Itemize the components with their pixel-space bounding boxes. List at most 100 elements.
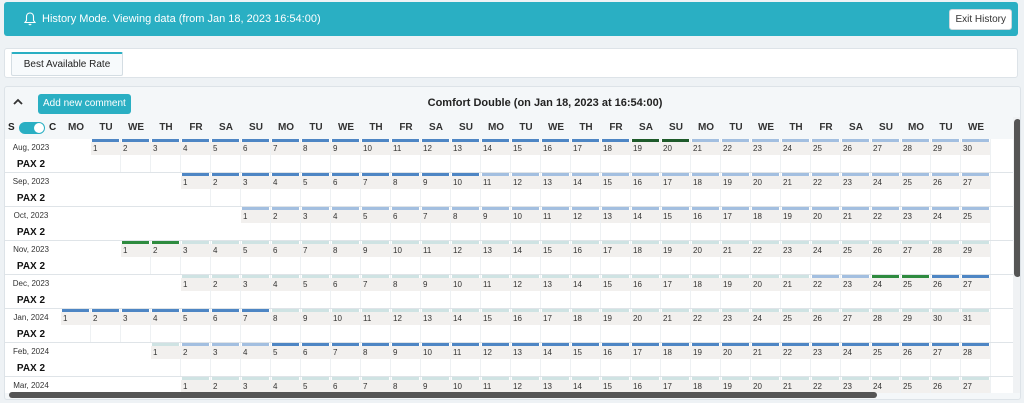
day-cell[interactable]: 20	[721, 343, 751, 377]
day-cell[interactable]: 27	[961, 275, 991, 309]
pax-rate-cell[interactable]	[931, 223, 960, 241]
pax-rate-cell[interactable]	[511, 325, 540, 343]
day-cell[interactable]: 31	[961, 309, 991, 343]
day-cell[interactable]: 24	[781, 139, 811, 173]
day-cell[interactable]: 1	[241, 207, 271, 241]
day-cell[interactable]: 17	[571, 139, 601, 173]
day-cell[interactable]: 22	[751, 241, 781, 275]
pax-rate-cell[interactable]	[181, 359, 210, 377]
pax-rate-cell[interactable]	[721, 155, 750, 173]
day-cell[interactable]: 11	[481, 275, 511, 309]
day-cell[interactable]: 10	[451, 173, 481, 207]
pax-rate-cell[interactable]	[331, 223, 360, 241]
pax-rate-cell[interactable]	[331, 359, 360, 377]
pax-rate-cell[interactable]	[931, 359, 960, 377]
day-cell[interactable]: 8	[271, 309, 301, 343]
pax-rate-cell[interactable]	[421, 155, 450, 173]
vertical-scrollbar[interactable]	[1013, 117, 1020, 393]
pax-rate-cell[interactable]	[211, 257, 240, 275]
pax-rate-cell[interactable]	[421, 189, 450, 207]
pax-rate-cell[interactable]	[421, 223, 450, 241]
pax-rate-cell[interactable]	[391, 155, 420, 173]
pax-rate-cell[interactable]	[61, 325, 90, 343]
day-cell[interactable]: 6	[241, 139, 271, 173]
day-cell[interactable]: 21	[781, 173, 811, 207]
pax-rate-cell[interactable]	[541, 291, 570, 309]
pax-rate-cell[interactable]	[691, 257, 720, 275]
pax-rate-cell[interactable]	[301, 325, 330, 343]
pax-rate-cell[interactable]	[211, 155, 240, 173]
pax-rate-cell[interactable]	[631, 257, 660, 275]
day-cell[interactable]: 2	[211, 275, 241, 309]
pax-rate-cell[interactable]	[181, 257, 210, 275]
pax-rate-cell[interactable]	[961, 223, 990, 241]
day-cell[interactable]: 15	[571, 343, 601, 377]
pax-rate-cell[interactable]	[391, 189, 420, 207]
pax-rate-cell[interactable]	[391, 291, 420, 309]
pax-rate-cell[interactable]	[271, 223, 300, 241]
pax-rate-cell[interactable]	[601, 189, 630, 207]
pax-rate-cell[interactable]	[481, 291, 510, 309]
pax-rate-cell[interactable]	[871, 359, 900, 377]
day-cell[interactable]: 25	[841, 241, 871, 275]
day-cell[interactable]: 14	[631, 207, 661, 241]
pax-rate-cell[interactable]	[361, 223, 390, 241]
pax-rate-cell[interactable]	[901, 223, 930, 241]
day-cell[interactable]: 20	[751, 275, 781, 309]
pax-rate-cell[interactable]	[481, 223, 510, 241]
pax-rate-cell[interactable]	[361, 359, 390, 377]
pax-rate-cell[interactable]	[241, 359, 270, 377]
pax-rate-cell[interactable]	[781, 291, 810, 309]
day-cell[interactable]: 26	[811, 309, 841, 343]
day-cell[interactable]: 24	[931, 207, 961, 241]
pax-rate-cell[interactable]	[961, 257, 990, 275]
pax-rate-cell[interactable]	[751, 257, 780, 275]
pax-rate-cell[interactable]	[811, 155, 840, 173]
day-cell[interactable]: 12	[481, 343, 511, 377]
day-cell[interactable]: 8	[391, 173, 421, 207]
day-cell[interactable]: 13	[451, 139, 481, 173]
day-cell[interactable]: 6	[331, 275, 361, 309]
pax-rate-cell[interactable]	[421, 257, 450, 275]
pax-rate-cell[interactable]	[301, 223, 330, 241]
day-cell[interactable]: 21	[781, 275, 811, 309]
pax-rate-cell[interactable]	[721, 257, 750, 275]
day-cell[interactable]: 5	[211, 139, 241, 173]
day-cell[interactable]: 25	[811, 139, 841, 173]
pax-rate-cell[interactable]	[961, 291, 990, 309]
day-cell[interactable]: 3	[301, 207, 331, 241]
pax-rate-cell[interactable]	[541, 223, 570, 241]
pax-rate-cell[interactable]	[301, 359, 330, 377]
day-cell[interactable]: 19	[601, 309, 631, 343]
day-cell[interactable]: 3	[241, 173, 271, 207]
pax-rate-cell[interactable]	[271, 359, 300, 377]
day-cell[interactable]: 21	[841, 207, 871, 241]
day-cell[interactable]: 2	[121, 139, 151, 173]
day-cell[interactable]: 11	[541, 207, 571, 241]
horizontal-scrollbar-thumb[interactable]	[9, 392, 877, 398]
day-cell[interactable]: 6	[331, 173, 361, 207]
day-cell[interactable]: 11	[391, 139, 421, 173]
day-cell[interactable]: 14	[571, 275, 601, 309]
day-cell[interactable]: 26	[841, 139, 871, 173]
day-cell[interactable]: 16	[511, 309, 541, 343]
day-cell[interactable]: 22	[811, 275, 841, 309]
day-cell[interactable]: 25	[781, 309, 811, 343]
day-cell[interactable]: 2	[91, 309, 121, 343]
day-cell[interactable]: 15	[661, 207, 691, 241]
pax-rate-cell[interactable]	[91, 325, 120, 343]
tab-best-available-rate[interactable]: Best Available Rate	[11, 52, 123, 76]
pax-rate-cell[interactable]	[181, 189, 210, 207]
pax-rate-cell[interactable]	[541, 257, 570, 275]
exit-history-button[interactable]: Exit History	[949, 9, 1012, 30]
pax-rate-cell[interactable]	[541, 325, 570, 343]
day-cell[interactable]: 1	[181, 275, 211, 309]
day-cell[interactable]: 9	[331, 139, 361, 173]
pax-rate-cell[interactable]	[721, 325, 750, 343]
day-cell[interactable]: 17	[721, 207, 751, 241]
day-cell[interactable]: 7	[301, 241, 331, 275]
pax-rate-cell[interactable]	[301, 189, 330, 207]
day-cell[interactable]: 21	[691, 139, 721, 173]
day-cell[interactable]: 7	[421, 207, 451, 241]
day-cell[interactable]: 30	[961, 139, 991, 173]
